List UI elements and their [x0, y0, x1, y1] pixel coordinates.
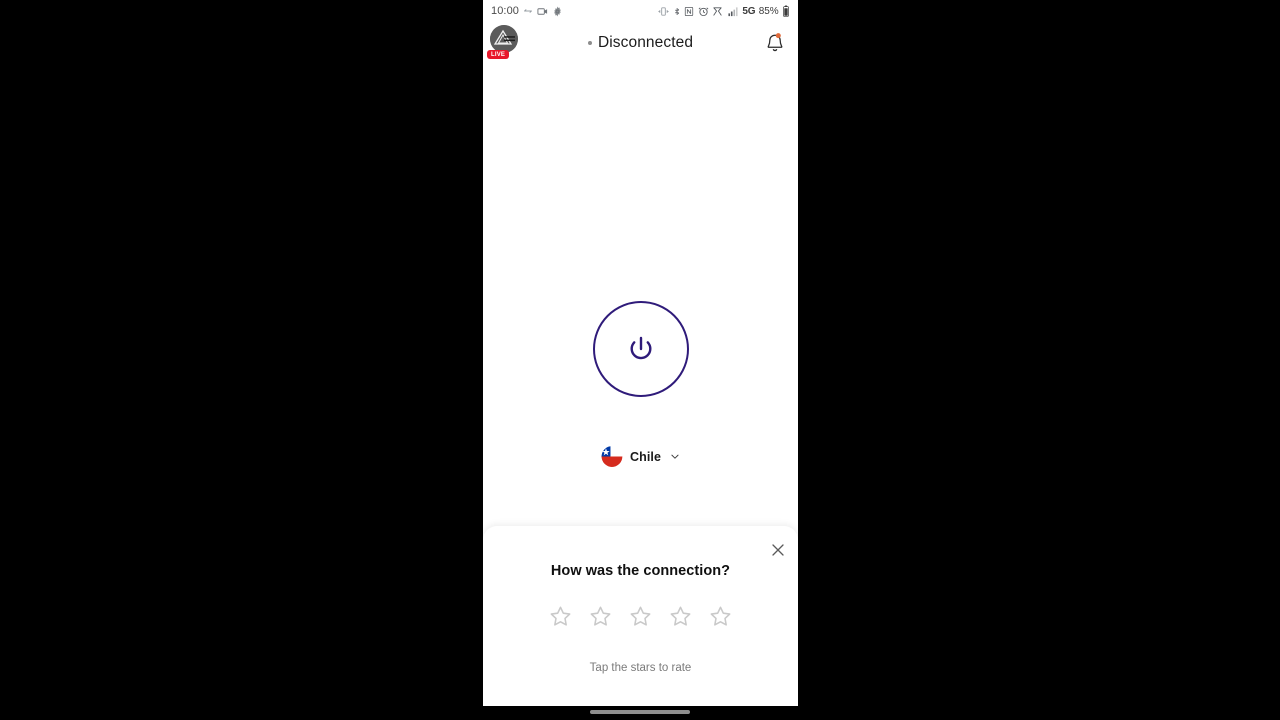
country-name-label: Chile: [629, 449, 662, 464]
connection-status-label: Disconnected: [597, 34, 694, 51]
chile-flag-icon: [600, 446, 622, 467]
close-sheet-button[interactable]: [766, 538, 790, 562]
phone-screen: 10:00 5G 85% Disconnected LIVE Chile How…: [483, 0, 798, 706]
status-bar-right: 5G 85%: [658, 5, 790, 17]
rating-stars: [483, 604, 798, 629]
star-1[interactable]: [548, 604, 573, 629]
screen-record-icon: [537, 6, 548, 17]
avatar: [490, 25, 518, 53]
profile-avatar-button[interactable]: LIVE: [487, 25, 521, 63]
battery-percent-label: 85%: [758, 5, 779, 17]
star-2[interactable]: [588, 604, 613, 629]
main-content: Chile: [483, 64, 798, 526]
alarm-icon: [698, 6, 709, 17]
data-saver-icon: [712, 6, 723, 17]
link-icon: [523, 6, 533, 16]
signal-bars-icon: [727, 6, 739, 17]
gear-icon: [552, 5, 563, 17]
status-bar-left: 10:00: [491, 5, 563, 17]
status-bar: 10:00 5G 85%: [483, 0, 798, 22]
status-bar-clock: 10:00: [491, 5, 520, 17]
connection-status: Disconnected: [483, 22, 798, 64]
rating-hint-label: Tap the stars to rate: [589, 662, 692, 674]
home-indicator[interactable]: [590, 710, 690, 714]
star-5[interactable]: [708, 604, 733, 629]
rating-sheet: How was the connection? Tap the stars to…: [483, 526, 798, 706]
nfc-icon: [684, 6, 694, 17]
rating-sheet-title: How was the connection?: [550, 563, 731, 579]
app-header: Disconnected LIVE: [483, 22, 798, 64]
notifications-button[interactable]: [762, 30, 788, 56]
country-selector[interactable]: Chile: [597, 442, 684, 471]
network-type-label: 5G: [742, 5, 756, 17]
power-button[interactable]: [592, 301, 689, 397]
live-badge: LIVE: [487, 50, 510, 59]
star-3[interactable]: [628, 604, 653, 629]
star-4[interactable]: [668, 604, 693, 629]
bluetooth-icon: [673, 6, 681, 17]
status-indicator-dot: [587, 41, 592, 45]
chevron-down-icon: [669, 451, 680, 462]
vibrate-icon: [658, 6, 669, 17]
battery-icon: [782, 5, 790, 17]
